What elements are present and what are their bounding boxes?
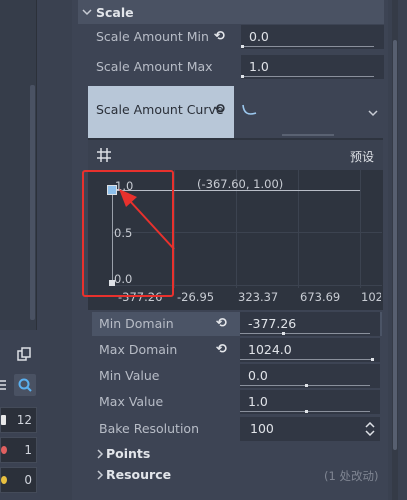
scale-amount-min-field[interactable]: 0.0: [241, 25, 384, 49]
group-resource[interactable]: Resource (1 处改动): [92, 465, 382, 485]
prop-min-value: Min Value 0.0: [92, 364, 382, 388]
prop-max-domain: Max Domain ⟲ 1024.0: [92, 338, 382, 362]
preset-menu[interactable]: 预设: [350, 148, 374, 165]
chevron-down-icon: [82, 9, 92, 16]
grid-snap-icon[interactable]: [96, 147, 112, 163]
prop-scale-amount-min: Scale Amount Min ⟲ 0.0: [88, 24, 384, 54]
node-count-icon: [1, 415, 6, 425]
group-points[interactable]: Points: [92, 444, 382, 464]
list-item[interactable]: 12: [0, 407, 37, 433]
warning-icon: [1, 476, 7, 484]
x-tick-label: 102: [361, 290, 381, 304]
curve-resource-field[interactable]: [234, 86, 384, 138]
curve-editor-toolbar: 预设: [88, 140, 383, 170]
revert-icon[interactable]: ⟲: [216, 342, 227, 357]
duplicate-icon[interactable]: [17, 347, 32, 362]
section-scale[interactable]: Scale: [78, 0, 384, 24]
inspector-scrollbar[interactable]: [392, 0, 398, 500]
revert-icon[interactable]: ⟲: [214, 102, 225, 117]
prop-scale-amount-max: Scale Amount Max 1.0: [88, 54, 384, 84]
cursor-readout: (-367.60, 1.00): [197, 177, 284, 191]
x-tick-label: 323.37: [238, 290, 279, 304]
revert-icon[interactable]: ⟲: [216, 316, 227, 331]
min-value-field[interactable]: 0.0: [240, 364, 380, 388]
revert-icon[interactable]: ⟲: [214, 29, 225, 44]
section-title: Scale: [96, 4, 134, 20]
prop-bake-resolution: Bake Resolution 100: [92, 417, 382, 441]
max-value-field[interactable]: 1.0: [240, 390, 380, 414]
search-button[interactable]: [14, 374, 36, 396]
curve-preview-icon: [242, 104, 257, 115]
x-tick-label: -26.95: [177, 290, 215, 304]
scale-amount-max-field[interactable]: 1.0: [241, 55, 384, 79]
annotation-arrow: [119, 189, 175, 250]
spinner-arrows-icon[interactable]: [365, 422, 375, 436]
x-tick-label: 673.69: [300, 290, 341, 304]
max-domain-field[interactable]: 1024.0: [240, 338, 380, 362]
prop-scale-amount-curve-label[interactable]: Scale Amount Curve ⟲: [88, 86, 234, 138]
list-icon[interactable]: [0, 378, 8, 392]
chevron-down-icon[interactable]: [368, 109, 378, 117]
prop-max-value: Max Value 1.0: [92, 390, 382, 414]
error-icon: [1, 446, 7, 454]
search-icon: [18, 378, 32, 392]
left-scrollbar[interactable]: [30, 85, 35, 320]
chevron-right-icon: [97, 470, 104, 480]
changes-count: (1 处改动): [324, 469, 379, 483]
prop-min-domain: Min Domain ⟲ -377.26: [92, 312, 382, 336]
min-domain-field[interactable]: -377.26: [240, 312, 380, 336]
chevron-right-icon: [97, 449, 104, 459]
list-item[interactable]: 0: [0, 467, 37, 493]
bake-resolution-spinbox[interactable]: 100: [240, 417, 380, 441]
list-item[interactable]: 1: [0, 437, 37, 463]
